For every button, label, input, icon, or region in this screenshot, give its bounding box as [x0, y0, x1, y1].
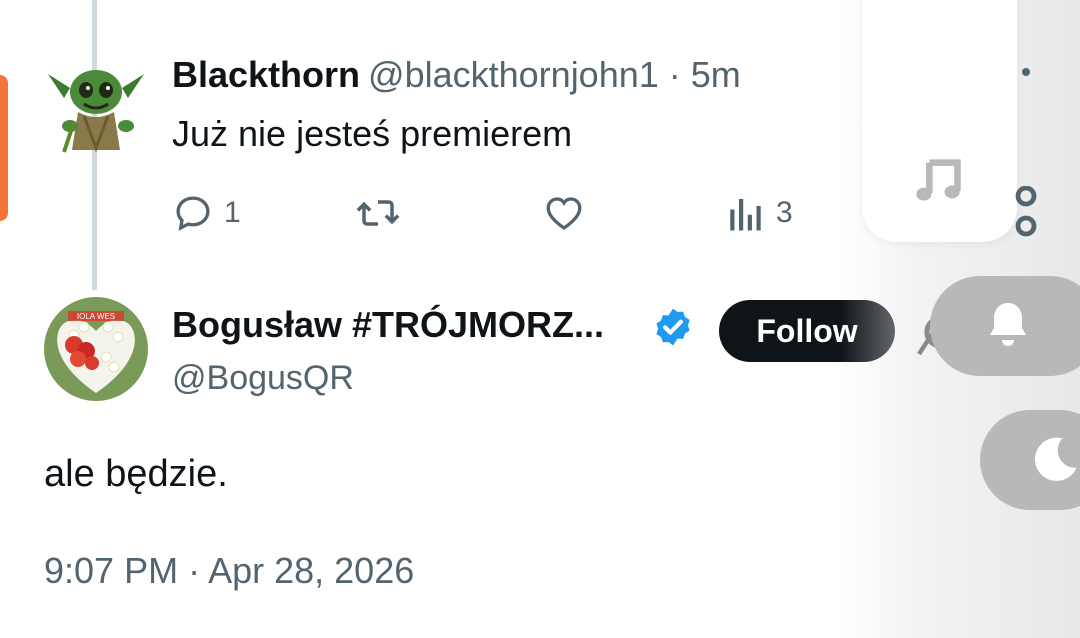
author-display-name[interactable]: Bogusław #TRÓJMORZ... [172, 304, 604, 346]
reply-text: Już nie jesteś premierem [172, 113, 573, 154]
avatar-image: IOLA WES [44, 297, 148, 401]
reply-header: Blackthorn @blackthornjohn1 · 5m [172, 54, 741, 96]
author-handle[interactable]: @BogusQR [172, 358, 354, 398]
moon-icon [1034, 437, 1077, 481]
retweet-icon [356, 200, 400, 226]
reply-count: 1 [224, 196, 241, 229]
tweet-timestamp[interactable]: 9:07 PM · Apr 28, 2026 [44, 550, 414, 592]
avatar-caption: IOLA WES [77, 312, 115, 321]
tweet-text: ale będzie. [44, 453, 228, 495]
heart-icon [546, 197, 582, 230]
views-count: 3 [776, 196, 793, 229]
share-icon[interactable] [1010, 186, 1040, 238]
verified-badge-icon [656, 308, 690, 346]
edge-tab [0, 75, 8, 221]
avatar[interactable]: IOLA WES [44, 297, 148, 401]
music-note-icon[interactable] [912, 154, 964, 206]
avatar-image [48, 70, 144, 153]
views-icon [730, 199, 761, 231]
views-button[interactable]: 3 [726, 192, 793, 234]
like-button[interactable] [542, 192, 586, 234]
bell-icon [990, 303, 1026, 346]
reply-button[interactable]: 1 [172, 192, 241, 234]
reply-handle-time[interactable]: @blackthornjohn1 · 5m [368, 54, 741, 95]
more-options-icon[interactable] [1022, 68, 1030, 76]
retweet-button[interactable] [354, 192, 402, 234]
reply-display-name[interactable]: Blackthorn [172, 54, 360, 95]
comment-icon [176, 196, 210, 231]
avatar[interactable] [44, 52, 148, 156]
